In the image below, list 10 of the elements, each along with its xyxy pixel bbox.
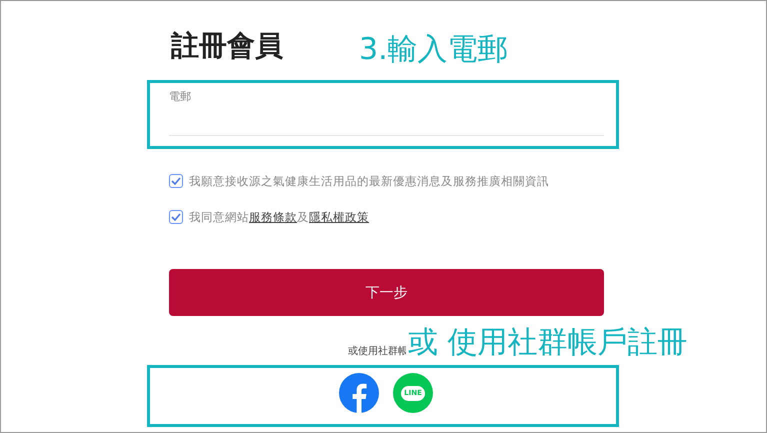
email-field[interactable]: 電郵 [169, 89, 604, 136]
privacy-link[interactable]: 隱私權政策 [309, 210, 369, 224]
terms-link[interactable]: 服務條款 [249, 210, 297, 224]
facebook-icon[interactable] [339, 373, 379, 413]
checkbox[interactable] [169, 210, 183, 224]
consent-text: 我同意網站服務條款及隱私權政策 [189, 210, 369, 224]
checkbox[interactable] [169, 174, 183, 188]
page-title: 註冊會員 [171, 29, 283, 63]
next-button[interactable]: 下一步 [169, 269, 604, 316]
consent-text: 我願意接收源之氣健康生活用品的最新優惠消息及服務推廣相關資訊 [189, 174, 549, 188]
